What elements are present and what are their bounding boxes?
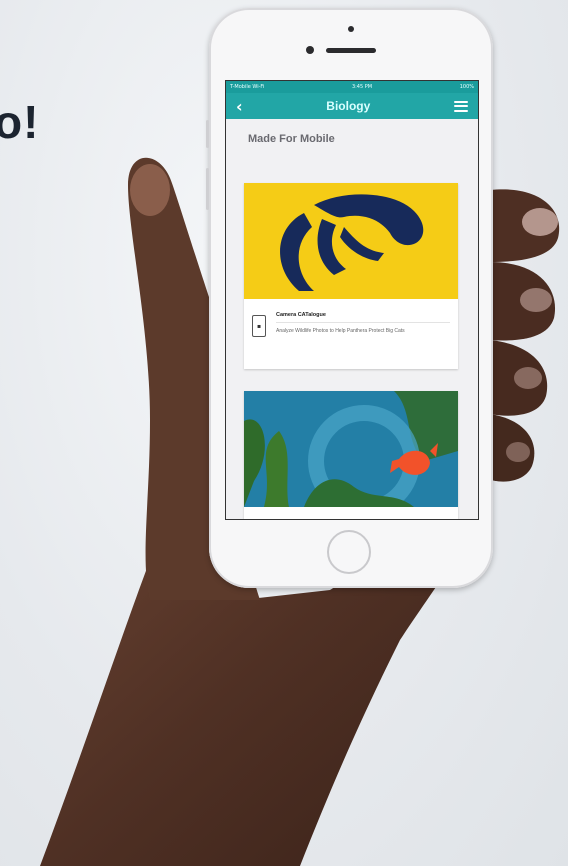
smartphone: T-Mobile Wi-Fi 3:45 PM 100% ‹ Biology Ma… xyxy=(206,8,493,588)
section-title: Made For Mobile xyxy=(248,133,335,145)
back-icon[interactable]: ‹ xyxy=(236,97,243,116)
project-card[interactable]: ▪ Camera CATalogue Analyze Wildlife Phot… xyxy=(244,183,458,369)
card-divider xyxy=(276,322,450,323)
card-description: Analyze Wildlife Photos to Help Panthera… xyxy=(276,328,405,334)
status-bar: T-Mobile Wi-Fi 3:45 PM 100% xyxy=(226,81,478,93)
status-battery: 100% xyxy=(459,84,474,90)
sensor-dot xyxy=(348,26,354,32)
side-button xyxy=(206,120,209,148)
menu-icon[interactable] xyxy=(454,100,468,112)
volume-button xyxy=(206,168,209,210)
phone-screen: T-Mobile Wi-Fi 3:45 PM 100% ‹ Biology Ma… xyxy=(225,80,479,520)
panthera-logo xyxy=(280,194,424,291)
nav-title: Biology xyxy=(326,99,371,113)
underwater-kelp-image xyxy=(244,391,458,507)
project-card[interactable] xyxy=(244,391,458,519)
card-banner-image xyxy=(244,391,458,507)
home-button[interactable] xyxy=(327,530,371,574)
status-time: 3:45 PM xyxy=(351,84,373,90)
front-camera xyxy=(306,46,314,54)
nav-bar: ‹ Biology xyxy=(226,93,478,119)
mobile-device-icon: ▪ xyxy=(252,315,266,337)
card-title: Camera CATalogue xyxy=(276,312,326,318)
card-banner-image xyxy=(244,183,458,299)
earpiece-speaker xyxy=(326,48,376,53)
status-carrier: T-Mobile Wi-Fi xyxy=(230,84,265,90)
